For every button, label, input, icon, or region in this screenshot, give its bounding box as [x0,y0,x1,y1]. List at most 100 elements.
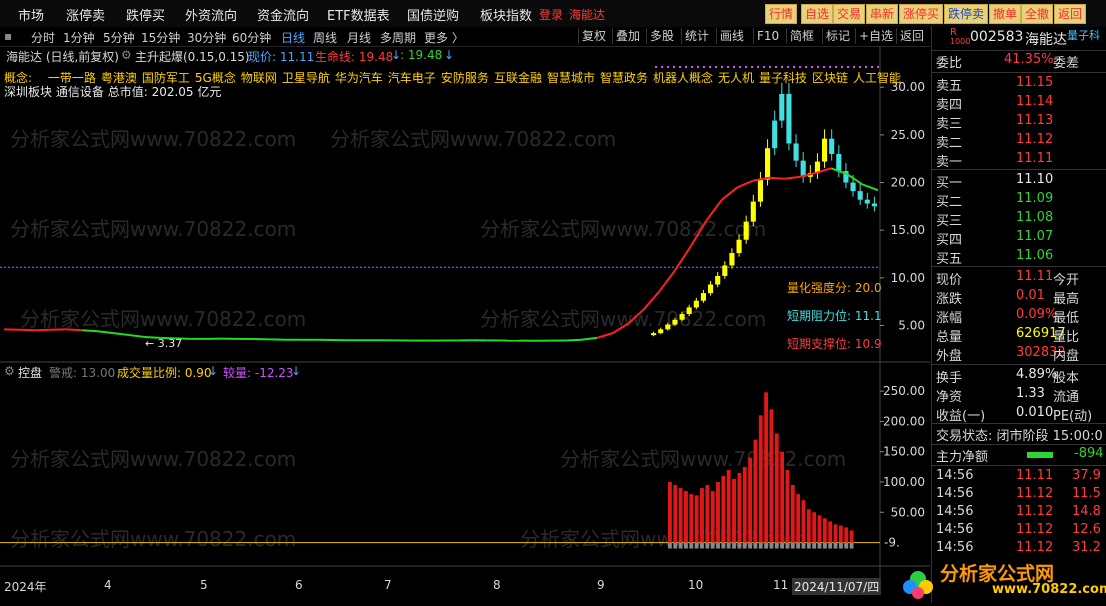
volume-bar [850,530,854,542]
concept-tag[interactable]: 无人机 [718,71,754,85]
volume-bar [727,470,731,543]
tick-qty: 12.6 [1072,522,1101,537]
lower-indicator-name[interactable]: 控盘 [18,364,42,381]
stat-row-value: 0.01 [1016,288,1045,303]
stock-header: R 1000 002583 海能达 量子科 [932,27,1106,49]
limit-up-buy-button[interactable]: 涨停买 [899,4,943,24]
tick-time: 14:56 [936,522,973,537]
period-1min[interactable]: 1分钟 [63,29,95,46]
statistics-button[interactable]: 统计 [681,28,712,44]
life-line-segment [66,329,82,330]
panel-toggle-icon[interactable]: ▪ [4,29,12,43]
stat-row-label2: 量比 [1053,326,1079,345]
concept-tag[interactable]: 互联金融 [494,71,542,85]
concept-tag[interactable]: 区块链 [812,71,848,85]
period-30min[interactable]: 30分钟 [187,29,226,46]
tick-row: 14:5611.1212.6 [932,522,1106,541]
limit-down-sell-button[interactable]: 跌停卖 [944,4,988,24]
menu-etf-data[interactable]: ETF数据表 [327,5,390,24]
candle-body [858,191,863,200]
stat-row: 现价11.11今开 [932,269,1106,288]
adjust-button[interactable]: 复权 [578,28,609,44]
period-60min[interactable]: 60分钟 [232,29,271,46]
multi-stock-button[interactable]: 多股 [646,28,677,44]
period-more[interactable]: 更多 〉 [424,29,464,46]
lower-panel-gear-icon[interactable]: ⚙ [4,364,15,378]
period-5min[interactable]: 5分钟 [103,29,135,46]
period-15min[interactable]: 15分钟 [141,29,180,46]
new-stock-button[interactable]: 串新 [866,4,898,24]
volume-base-bar [818,543,822,549]
candle-body [772,121,777,149]
cancel-all-button[interactable]: 全撤 [1021,4,1053,24]
candle-body [680,314,685,320]
quote-button[interactable]: 行情 [765,4,797,24]
weibi-row: 委比 41.35% 委差 [932,52,1106,71]
period-weekly[interactable]: 周线 [313,29,337,46]
month-label: 11 [773,578,788,592]
period-monthly[interactable]: 月线 [347,29,371,46]
watermark-text: 分析家公式网www.70822.com [20,307,306,331]
ask-row-value: 11.13 [1016,113,1053,128]
volume-bar [834,524,838,542]
signal-dot [769,66,771,68]
candle-body [801,161,806,177]
menu-limit-up-sell[interactable]: 涨停卖 [66,5,105,24]
short-resistance: 短期阻力位: 11.1 [787,307,882,324]
f10-button[interactable]: F10 [753,28,782,44]
concept-tag[interactable]: 物联网 [241,71,277,85]
indicator-name[interactable]: 主升起爆(0.15,0.15) [135,48,250,65]
period-multi[interactable]: 多周期 [380,29,416,46]
concept-tag[interactable]: 人工智能 [853,71,901,85]
concept-tag[interactable]: 智慧政务 [600,71,648,85]
concept-tag[interactable]: 汽车电子 [388,71,436,85]
period-intraday[interactable]: 分时 [31,29,55,46]
watchlist-button[interactable]: 自选 [801,4,833,24]
concept-tag[interactable]: 智慧城市 [547,71,595,85]
market-cap-label: 总市值: [108,85,148,99]
menu-market[interactable]: 市场 [18,5,44,24]
overlay-button[interactable]: 叠加 [612,28,643,44]
menu-sector-index[interactable]: 板块指数 [480,5,532,24]
candle-body [851,183,856,192]
simple-frame-button[interactable]: 简框 [786,28,817,44]
concept-tag[interactable]: 量子科技 [759,71,807,85]
price-readout: 现价: 11.11 [248,48,314,65]
trade-button[interactable]: 交易 [833,4,865,24]
month-label: 8 [493,578,501,592]
volume-base-bar [770,543,774,549]
signal-dot [811,66,813,68]
draw-line-button[interactable]: 画线 [716,28,747,44]
volume-bar [716,482,720,543]
volume-bar [839,526,843,543]
cancel-order-button[interactable]: 撤单 [989,4,1021,24]
volume-base-bar [802,543,806,549]
back-button[interactable]: 返回 [1054,4,1086,24]
mark-button[interactable]: 标记 [822,28,853,44]
indicator-gear-icon[interactable]: ⚙ [121,48,132,62]
return-button[interactable]: 返回 [896,28,927,44]
fund-row-label2: 流通 [1053,386,1079,405]
volume-base-bar [695,543,699,549]
concept-tag[interactable]: 机器人概念 [653,71,713,85]
watermark-text: 分析家公式网www.70822.com [10,527,296,551]
concept-tag[interactable]: 安防服务 [441,71,489,85]
candle-body [751,202,756,222]
menu-foreign-flow[interactable]: 外资流向 [185,5,237,24]
ask-row: 卖四11.14 [932,94,1106,113]
stock-tag: 量子科 [1067,27,1100,43]
volume-base-bar [839,543,843,549]
menu-limit-down-buy[interactable]: 跌停买 [126,5,165,24]
volume-ratio: 成交量比例: 0.90 [117,364,212,381]
add-watchlist-button[interactable]: +自选 [855,28,896,44]
tick-row: 14:5611.1211.5 [932,486,1106,505]
volume-bar [786,470,790,543]
concept-tag[interactable]: 卫星导航 [282,71,330,85]
menu-fund-flow[interactable]: 资金流向 [257,5,309,24]
menu-reverse-repo[interactable]: 国债逆购 [407,5,459,24]
life-line-segment [738,181,754,188]
tick-time: 14:56 [936,486,973,501]
concept-tag[interactable]: 华为汽车 [335,71,383,85]
period-daily[interactable]: 日线 [281,29,305,46]
login-link[interactable]: 登录 [539,6,563,23]
